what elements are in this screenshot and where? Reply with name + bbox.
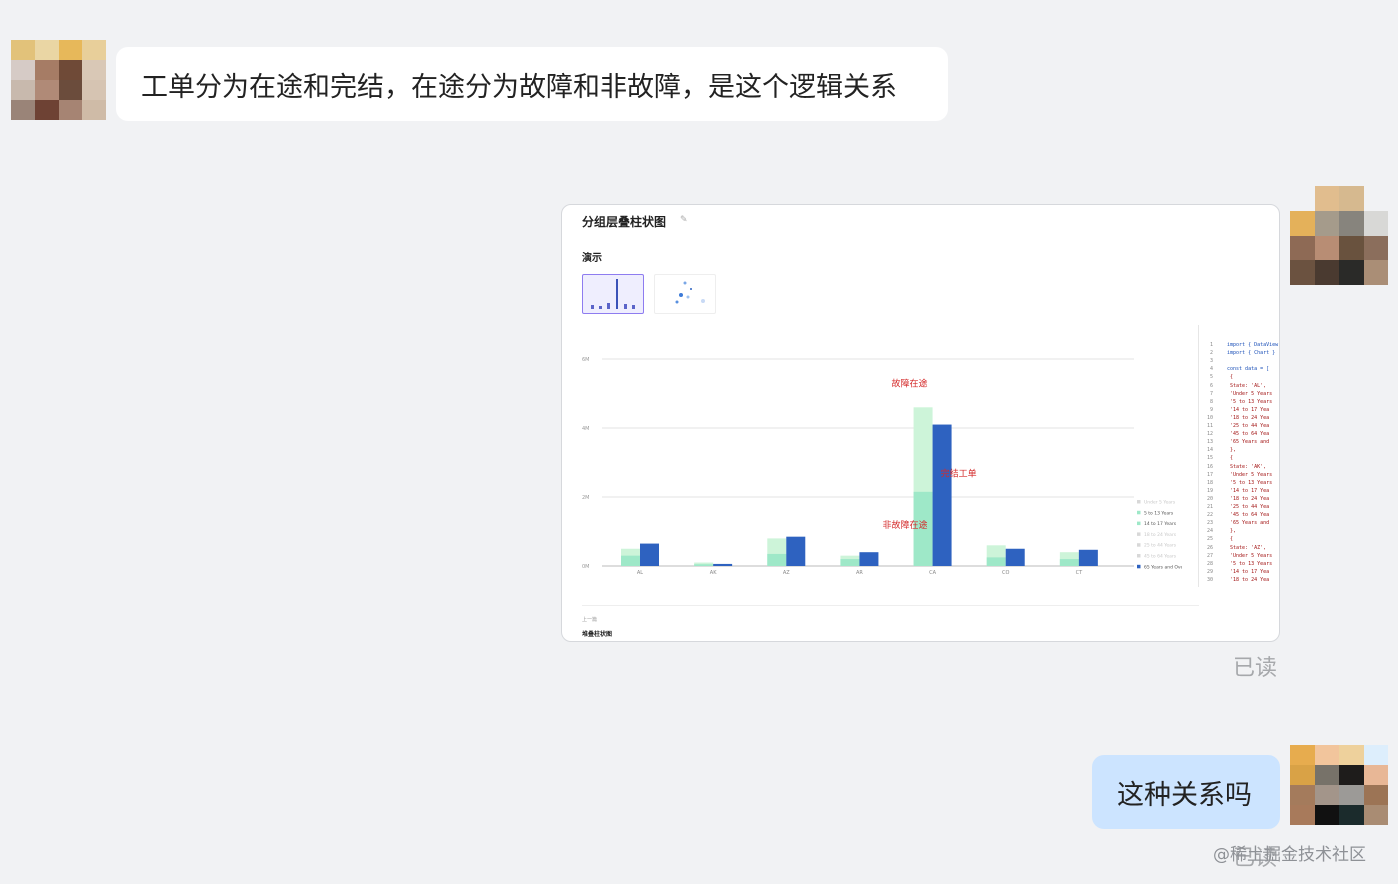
code-line: 11 '25 to 44 Yea (1206, 423, 1270, 429)
bar-65-years-and-over (786, 536, 806, 566)
divider (582, 605, 1199, 606)
code-line: 4 const data = [ (1209, 366, 1270, 373)
bar-65-years-and-over (859, 552, 879, 566)
code-line: 30 '18 to 24 Yea (1206, 576, 1270, 583)
code-line: 24 }, (1206, 528, 1237, 535)
code-line: 25 { (1206, 536, 1234, 543)
bar-65-years-and-over (713, 563, 733, 566)
chart-annotation: 故障在途 (892, 378, 928, 390)
demo-thumbnail-scatter (654, 274, 716, 314)
x-tick-label: AZ (783, 570, 790, 576)
avatar[interactable] (11, 40, 106, 120)
legend-marker (1137, 532, 1141, 536)
legend-marker (1137, 500, 1141, 504)
bar-65-years-and-over (640, 543, 659, 566)
bar-65-years-and-over (1005, 548, 1025, 566)
code-line: 21 '25 to 44 Yea (1206, 504, 1270, 510)
legend-item: 65 Years and Over (1144, 564, 1182, 570)
avatar[interactable] (1290, 186, 1388, 285)
code-line: 16 State: 'AK', (1206, 463, 1267, 470)
code-line: 6 State: 'AL', (1209, 382, 1267, 389)
message-text: 工单分为在途和完结，在途分为故障和非故障，是这个逻辑关系 (141, 71, 897, 103)
screenshot-image[interactable]: 分组层叠柱状图 ✎ 演示 0M 2M 4M 6M AL AK AZ AR CA CO CT 故障在途完… (561, 204, 1280, 642)
code-line: 12 '45 to 64 Yea (1206, 431, 1270, 438)
watermark: @稀土掘金技术社区 (1213, 845, 1366, 865)
code-editor[interactable]: 1 import { DataView 2 import { Chart } 3 4 con… (1198, 325, 1279, 587)
legend-item: 5 to 13 Years (1144, 510, 1174, 516)
code-line: 2 import { Chart } (1209, 350, 1276, 357)
code-line: 19 '14 to 17 Yea (1206, 487, 1270, 494)
message-text: 这种关系吗 (1117, 779, 1252, 811)
legend-marker (1137, 564, 1141, 569)
legend-marker (1137, 543, 1141, 547)
code-line: 13 '65 Years and (1206, 439, 1270, 446)
prev-label: 上一篇 (582, 617, 598, 623)
bar-5-to-13-years (840, 559, 860, 566)
grouped-stacked-bar-chart: 0M 2M 4M 6M AL AK AZ AR CA CO CT 故障在途完结工单非故障在途 Under… (582, 357, 1182, 576)
x-tick-label: AR (856, 570, 863, 576)
legend-marker (1137, 554, 1141, 558)
code-line: 8 '5 to 13 Years (1209, 398, 1273, 405)
bar-thumbnail-icon (591, 279, 635, 309)
code-line: 9 '14 to 17 Yea (1209, 406, 1270, 413)
y-tick-label: 6M (582, 357, 590, 363)
code-line: 5 { (1209, 374, 1234, 381)
code-line: 14 }, (1206, 447, 1237, 454)
legend-item: 14 to 17 Years (1144, 521, 1177, 527)
code-line: 7 'Under 5 Years (1209, 390, 1273, 397)
demo-label: 演示 (582, 253, 602, 264)
code-line: 27 'Under 5 Years (1206, 552, 1273, 559)
x-tick-label: CT (1076, 570, 1083, 576)
bar-65-years-and-over (932, 424, 952, 566)
edit-icon: ✎ (680, 215, 688, 225)
code-line: 29 '14 to 17 Yea (1206, 568, 1270, 575)
bar-5-to-13-years (767, 553, 787, 566)
code-line: 17 'Under 5 Years (1206, 471, 1273, 478)
card-title: 分组层叠柱状图 (582, 215, 667, 229)
legend-item: 25 to 44 Years (1144, 543, 1177, 549)
code-line: 22 '45 to 64 Yea (1206, 512, 1270, 519)
x-tick-label: AK (710, 570, 717, 576)
x-tick-label: CO (1002, 570, 1009, 576)
x-tick-label: CA (929, 570, 936, 576)
message-bubble: 工单分为在途和完结，在途分为故障和非故障，是这个逻辑关系 (116, 47, 948, 121)
code-line: 20 '18 to 24 Yea (1206, 495, 1270, 502)
avatar[interactable] (1290, 745, 1388, 825)
legend-item: 18 to 24 Years (1144, 532, 1177, 538)
code-line: 23 '65 Years and (1206, 520, 1270, 527)
bar-5-to-13-years (986, 557, 1006, 566)
y-tick-label: 2M (582, 495, 590, 501)
code-line: 1 import { DataView (1209, 342, 1279, 348)
demo-thumbnail-bar (582, 274, 644, 314)
chart-annotation: 非故障在途 (883, 519, 928, 531)
y-tick-label: 0M (582, 564, 590, 570)
legend-marker (1137, 510, 1141, 515)
y-tick-label: 4M (582, 426, 590, 432)
code-line: 3 (1209, 358, 1213, 365)
prev-article-link[interactable]: 堆叠柱状图 (582, 629, 612, 638)
bar-5-to-13-years (621, 555, 640, 566)
code-line: 10 '18 to 24 Yea (1206, 414, 1270, 421)
code-line: 15 { (1206, 455, 1234, 462)
bar-5-to-13-years (694, 564, 714, 566)
message-bubble: 这种关系吗 (1092, 755, 1280, 829)
legend-item: Under 5 Years (1144, 500, 1176, 506)
legend-marker (1137, 521, 1141, 526)
x-tick-label: AL (637, 570, 643, 576)
scatter-thumbnail-icon (675, 281, 705, 304)
bar-5-to-13-years (1059, 559, 1079, 566)
read-status: 已读 (1233, 656, 1278, 681)
code-line: 18 '5 to 13 Years (1206, 479, 1273, 486)
legend-item: 45 to 64 Years (1144, 554, 1177, 560)
code-line: 26 State: 'AZ', (1206, 544, 1267, 551)
code-line: 28 '5 to 13 Years (1206, 560, 1273, 567)
chart-annotation: 完结工单 (941, 467, 977, 479)
bar-65-years-and-over (1078, 549, 1098, 566)
